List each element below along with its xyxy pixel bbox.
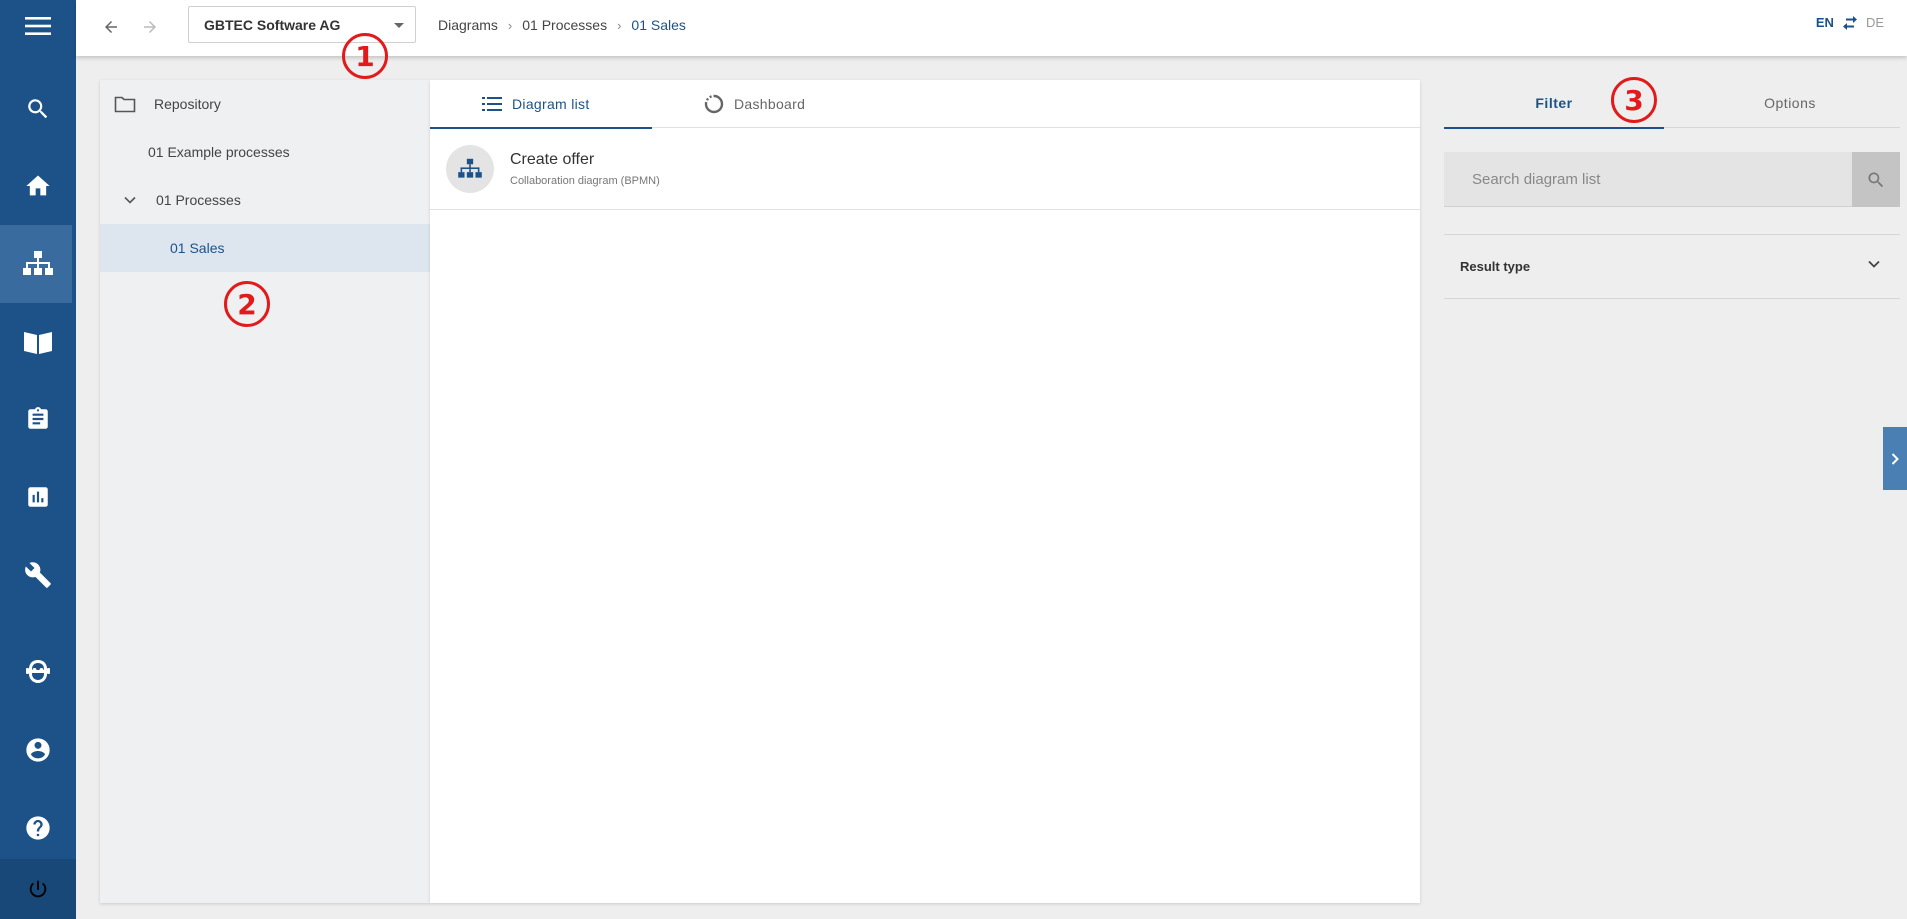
- search-icon: [28, 99, 48, 119]
- repository-tree: Repository 01 Example processes 01 Proce…: [100, 80, 430, 903]
- tab-label: Diagram list: [512, 96, 590, 112]
- search-input[interactable]: [1444, 152, 1852, 207]
- swap-icon: [1842, 15, 1857, 30]
- tab-label: Dashboard: [734, 96, 806, 112]
- nav-clipboard-button[interactable]: [0, 380, 76, 458]
- breadcrumb-sales: 01 Sales: [631, 17, 686, 33]
- search-icon: [1868, 172, 1884, 187]
- annotation-marker: 2: [224, 281, 270, 327]
- annotation-marker: 1: [342, 33, 388, 79]
- power-icon: [29, 880, 47, 898]
- diagram-avatar: [446, 145, 494, 193]
- tab-options[interactable]: Options: [1680, 78, 1900, 128]
- chevron-down-icon: [1868, 260, 1880, 268]
- result-type-label: Result type: [1460, 258, 1531, 274]
- wrench-icon: [25, 562, 51, 588]
- side-tabs: Filter Options: [1444, 78, 1900, 129]
- nav-assistant-button[interactable]: [0, 633, 76, 711]
- result-type-filter[interactable]: Result type: [1444, 234, 1900, 298]
- folder-icon: [114, 96, 136, 113]
- tree-item-label: 01 Processes: [156, 192, 241, 208]
- forward-button[interactable]: [135, 12, 165, 42]
- expand-panel-button[interactable]: [1883, 427, 1907, 490]
- nav-rail: [0, 0, 76, 919]
- breadcrumb-diagrams[interactable]: Diagrams: [438, 17, 498, 33]
- tenant-select[interactable]: GBTEC Software AG: [188, 6, 416, 43]
- tree-item-processes[interactable]: 01 Processes: [100, 176, 430, 224]
- chevron-right-icon: ›: [617, 17, 622, 33]
- chevron-right-icon: [1891, 452, 1899, 465]
- nav-reports-button[interactable]: [0, 458, 76, 536]
- lang-de[interactable]: DE: [1866, 15, 1884, 30]
- arrow-left-icon: [105, 21, 117, 33]
- back-button[interactable]: [96, 12, 126, 42]
- nav-home-button[interactable]: [0, 147, 76, 225]
- tree-item-repository[interactable]: Repository: [100, 80, 430, 128]
- language-switch[interactable]: EN DE: [1816, 15, 1884, 30]
- nav-help-button[interactable]: [0, 789, 76, 867]
- main-tabs: Diagram list Dashboard: [430, 80, 1420, 129]
- nav-account-button[interactable]: [0, 711, 76, 789]
- home-icon: [26, 175, 50, 196]
- nav-diagrams-button[interactable]: [0, 225, 76, 303]
- hierarchy-icon: [23, 251, 53, 275]
- diagram-title: Create offer: [510, 151, 595, 168]
- chevron-right-icon: ›: [507, 17, 513, 33]
- tree-item-label: 01 Sales: [170, 240, 225, 256]
- hamburger-menu-icon: [25, 17, 51, 35]
- main-content: Diagram list Dashboard Create offer Coll…: [430, 80, 1420, 903]
- nav-search-button[interactable]: [0, 70, 76, 148]
- help-icon: [26, 816, 50, 840]
- robot-icon: [26, 660, 50, 683]
- tenant-select-value: GBTEC Software AG: [204, 16, 341, 33]
- account-icon: [26, 738, 50, 762]
- diagram-list-item[interactable]: Create offer Collaboration diagram (BPMN…: [430, 129, 1420, 210]
- chevron-down-icon[interactable]: [124, 196, 136, 204]
- tree-item-label: 01 Example processes: [148, 144, 290, 160]
- search-box: [1444, 152, 1900, 207]
- donut-chart-icon: [704, 94, 724, 114]
- nav-book-button[interactable]: [0, 303, 76, 381]
- breadcrumb-processes[interactable]: 01 Processes: [522, 17, 607, 33]
- caret-down-icon: [394, 23, 404, 28]
- tree-item-sales[interactable]: 01 Sales: [100, 224, 430, 272]
- arrow-right-icon: [144, 21, 156, 33]
- breadcrumb: Diagrams › 01 Processes › 01 Sales: [438, 17, 686, 33]
- tree-item-label: Repository: [154, 96, 221, 112]
- tab-dashboard[interactable]: Dashboard: [652, 80, 874, 128]
- book-icon: [24, 332, 52, 354]
- nav-tools-button[interactable]: [0, 536, 76, 614]
- divider: [1444, 298, 1900, 299]
- hierarchy-icon: [458, 158, 482, 178]
- list-icon: [482, 97, 502, 111]
- clipboard-icon: [28, 407, 48, 429]
- tab-diagram-list[interactable]: Diagram list: [430, 80, 652, 129]
- lang-en[interactable]: EN: [1816, 15, 1834, 30]
- logout-button[interactable]: [0, 859, 76, 919]
- bar-chart-icon: [28, 487, 48, 507]
- tree-item-example-processes[interactable]: 01 Example processes: [100, 128, 430, 176]
- diagram-type: Collaboration diagram (BPMN): [510, 175, 660, 187]
- menu-button[interactable]: [0, 0, 76, 52]
- annotation-marker: 3: [1611, 77, 1657, 123]
- search-button[interactable]: [1852, 152, 1900, 207]
